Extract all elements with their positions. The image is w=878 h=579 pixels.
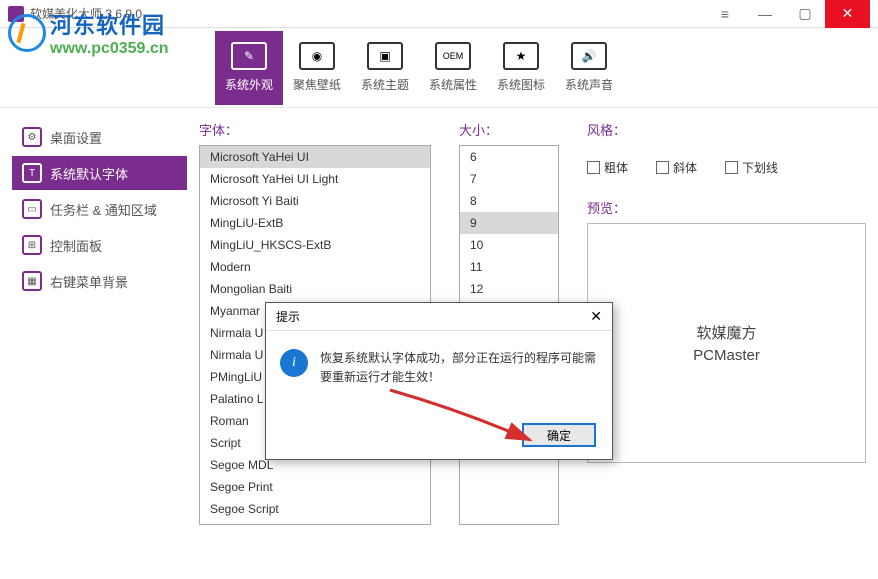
dialog-message: 恢复系统默认字体成功，部分正在运行的程序可能需要重新运行才能生效！ — [320, 349, 598, 387]
message-dialog: 提示 ✕ i 恢复系统默认字体成功，部分正在运行的程序可能需要重新运行才能生效！… — [265, 302, 613, 460]
info-icon: i — [280, 349, 308, 377]
dialog-backdrop: 提示 ✕ i 恢复系统默认字体成功，部分正在运行的程序可能需要重新运行才能生效！… — [0, 0, 878, 579]
dialog-close-button[interactable]: ✕ — [586, 308, 606, 325]
dialog-title: 提示 — [276, 308, 300, 325]
ok-button[interactable]: 确定 — [522, 423, 596, 447]
